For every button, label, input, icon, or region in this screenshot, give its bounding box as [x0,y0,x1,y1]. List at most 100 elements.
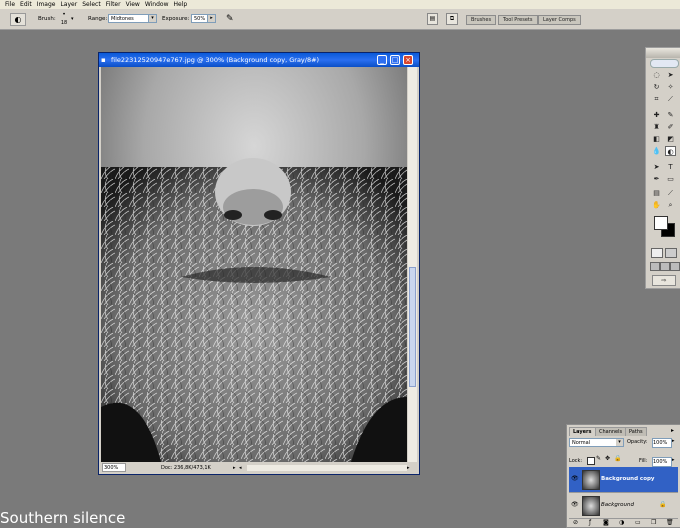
layer-style-icon[interactable]: ƒ [589,519,591,526]
adjustment-layer-icon[interactable]: ◑ [619,519,624,526]
chevron-right-icon[interactable]: ▸ [672,457,675,463]
chevron-right-icon[interactable]: ▸ [233,463,236,473]
add-mask-icon[interactable]: ◙ [603,519,609,526]
opacity-input[interactable]: 100% [652,438,672,448]
lock-transparency-checkbox[interactable] [587,457,595,465]
type-icon[interactable]: T [665,162,676,172]
screen-mode-standard-icon[interactable] [650,262,660,271]
palette-tab-brushes[interactable]: Brushes [466,15,497,25]
quick-mask-icon[interactable] [665,248,677,258]
range-label: Range: [88,16,108,22]
tool-preset-picker[interactable]: ◐ [10,13,26,26]
rectangle-shape-icon[interactable]: ▭ [665,174,676,184]
brush-dot-icon: • [62,11,66,18]
healing-brush-icon[interactable]: ✚ [651,110,662,120]
zoom-icon[interactable]: ⌕ [665,200,676,210]
history-brush-icon[interactable]: ✐ [665,122,676,132]
standard-mode-icon[interactable] [651,248,663,258]
menu-edit[interactable]: Edit [20,0,32,9]
foreground-color-swatch-front[interactable] [654,216,668,230]
palette-tab-tool-presets[interactable]: Tool Presets [498,15,538,25]
scroll-left-icon[interactable]: ◂ [239,463,242,473]
brush-picker[interactable]: • 18 [60,11,68,27]
blur-icon[interactable]: 💧 [651,146,662,156]
jump-to-imageready-icon[interactable]: ⇨ [652,275,676,286]
tab-channels[interactable]: Channels [595,427,627,436]
path-selection-icon[interactable]: ➤ [651,162,662,172]
lasso-icon[interactable]: ↻ [651,82,662,92]
marquee-icon[interactable]: ◌ [651,70,662,80]
visibility-eye-icon[interactable]: 👁 [571,475,579,482]
document-window: ▪ file22312520947е767.jpg @ 300% (Backgr… [98,52,420,475]
document-icon: ▪ [101,56,106,64]
vertical-scrollbar[interactable] [408,67,417,462]
panel-menu-icon[interactable]: ▸ [671,427,674,434]
lock-all-icon[interactable]: 🔒 [614,455,621,462]
menu-help[interactable]: Help [174,0,188,9]
exposure-label: Exposure: [162,16,190,22]
exposure-value: 50% [194,16,206,22]
magic-wand-icon[interactable]: ✧ [665,82,676,92]
minimize-icon[interactable]: _ [377,55,387,65]
lock-position-icon[interactable]: ✥ [605,455,610,462]
scroll-right-icon[interactable]: ▸ [407,463,410,473]
layer-thumbnail [582,496,600,516]
tab-paths[interactable]: Paths [625,427,647,436]
doc-size-info: Doc: 236,8K/473,1K [161,465,211,471]
screen-mode-full-menu-icon[interactable] [660,262,670,271]
eraser-icon[interactable]: ◧ [651,134,662,144]
menu-window[interactable]: Window [145,0,169,9]
slice-icon[interactable]: ⟋ [665,94,676,104]
new-window-icon[interactable]: ⧉ [446,13,458,25]
dodge-icon[interactable]: ◐ [665,146,676,156]
horizontal-scrollbar[interactable] [247,465,407,471]
clone-stamp-icon[interactable]: ♜ [651,122,662,132]
maximize-icon[interactable]: □ [390,55,400,65]
brush-icon[interactable]: ✎ [665,110,676,120]
lock-image-icon[interactable]: ✎ [596,455,601,462]
menu-view[interactable]: View [126,0,140,9]
menu-select[interactable]: Select [82,0,101,9]
layer-row-background[interactable]: 👁 Background 🔒 [569,493,678,519]
image-canvas[interactable] [101,67,407,462]
hand-icon[interactable]: ✋ [651,200,662,210]
scroll-thumb[interactable] [409,267,416,387]
range-value: Midtones [111,16,134,22]
chevron-right-icon[interactable]: ▸ [672,438,675,444]
exposure-input[interactable]: 50% ▸ [191,14,216,23]
tab-layers[interactable]: Layers [569,427,596,436]
eyedropper-icon[interactable]: ⟋ [665,188,676,198]
fill-input[interactable]: 100% [652,457,672,467]
link-icon[interactable]: ⊘ [573,519,578,526]
gradient-icon[interactable]: ◩ [665,134,676,144]
layer-name[interactable]: Background copy [601,476,655,482]
palette-tab-layer-comps[interactable]: Layer Comps [538,15,581,25]
visibility-eye-icon[interactable]: 👁 [571,501,579,508]
range-select[interactable]: Midtones ▾ [108,14,157,23]
close-icon[interactable]: × [403,55,413,65]
file-browser-icon[interactable]: ▤ [427,13,438,25]
layers-panel: Layers Channels Paths ▸ Normal ▾ Opacity… [566,424,680,528]
notes-icon[interactable]: ▤ [651,188,662,198]
zoom-field[interactable]: 300% [102,463,126,472]
layer-name[interactable]: Background [601,502,634,508]
document-titlebar[interactable]: ▪ file22312520947е767.jpg @ 300% (Backgr… [99,53,419,67]
new-group-icon[interactable]: ▭ [635,519,641,526]
pen-icon[interactable]: ✒ [651,174,662,184]
move-icon[interactable]: ➤ [665,70,676,80]
layer-row-background-copy[interactable]: 👁 Background copy [569,467,678,493]
trash-icon[interactable]: 🗑 [666,519,674,526]
menu-filter[interactable]: Filter [106,0,121,9]
toolbox-header[interactable] [646,48,680,58]
brush-dropdown-arrow-icon[interactable]: ▾ [71,9,74,29]
crop-icon[interactable]: ⌗ [651,94,662,104]
airbrush-icon[interactable]: ✎ [226,9,234,29]
lock-label: Lock: [569,458,583,464]
menu-file[interactable]: File [5,0,15,9]
menu-layer[interactable]: Layer [60,0,77,9]
document-statusbar: 300% Doc: 236,8K/473,1K ▸ ◂ ▸ [99,463,419,473]
blend-mode-select[interactable]: Normal ▾ [569,438,624,447]
screen-mode-full-icon[interactable] [670,262,680,271]
new-layer-icon[interactable]: ❐ [651,519,656,526]
menu-image[interactable]: Image [37,0,56,9]
